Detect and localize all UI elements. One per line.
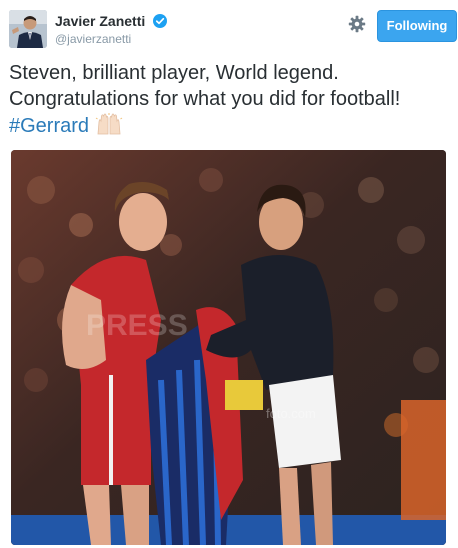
tweet-photo[interactable]: PRESS foto.com xyxy=(11,150,446,545)
tweet-line-3: #Gerrard xyxy=(9,112,449,139)
photo-illustration: PRESS foto.com xyxy=(11,150,446,545)
gear-icon[interactable] xyxy=(348,15,366,33)
photo-watermark: PRESS xyxy=(86,309,188,342)
avatar[interactable] xyxy=(9,10,47,48)
raised-hands-icon xyxy=(95,112,123,136)
hashtag-link[interactable]: #Gerrard xyxy=(9,115,89,137)
tweet-text: Steven, brilliant player, World legend. … xyxy=(9,60,449,139)
tweet-line-2: Congratulations for what you did for foo… xyxy=(9,88,401,110)
display-name[interactable]: Javier Zanetti xyxy=(55,12,145,30)
verified-badge-icon xyxy=(152,14,167,28)
following-button[interactable]: Following xyxy=(377,10,457,42)
tweet-line-1: Steven, brilliant player, World legend. xyxy=(9,62,339,84)
tweet-card: Javier Zanetti @javierzanetti Following … xyxy=(0,0,458,548)
user-info: Javier Zanetti @javierzanetti xyxy=(55,12,167,47)
screen-name[interactable]: @javierzanetti xyxy=(55,31,167,47)
photo-watermark-site: foto.com xyxy=(266,406,316,421)
tweet-header: Javier Zanetti @javierzanetti Following xyxy=(9,10,457,52)
